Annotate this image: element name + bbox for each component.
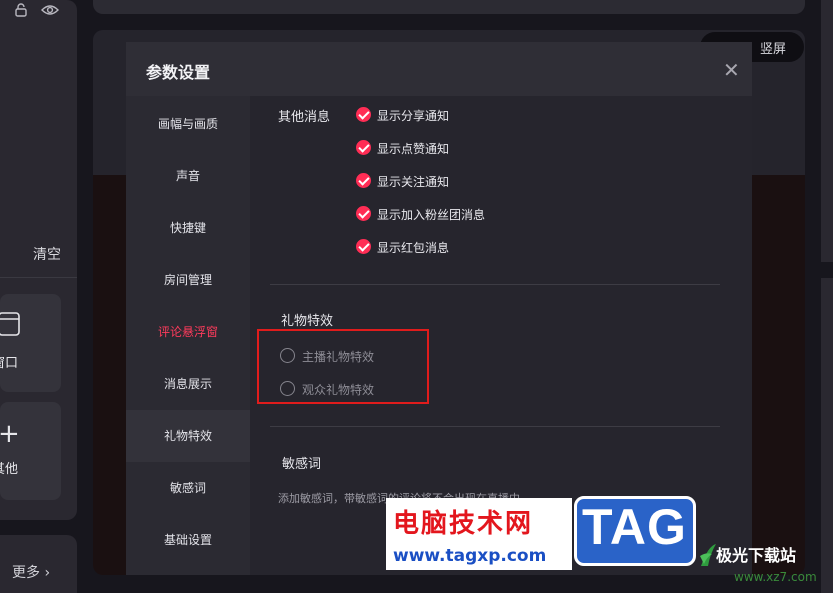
section-divider — [270, 284, 720, 285]
right-panel-lower — [821, 278, 833, 593]
close-icon[interactable]: ✕ — [723, 58, 740, 82]
more-button[interactable]: 更多 › — [12, 562, 50, 582]
checkbox-checked-icon[interactable] — [356, 107, 371, 122]
tile-window[interactable]: 窗口 — [0, 294, 61, 392]
settings-nav: 画幅与画质 声音 快捷键 房间管理 评论悬浮窗 消息展示 礼物特效 敏感词 基础… — [126, 96, 250, 575]
tile-label: 窗口 — [0, 356, 19, 371]
tile-other[interactable]: + 其他 — [0, 402, 61, 500]
more-label: 更多 — [12, 565, 40, 581]
plus-icon: + — [0, 419, 20, 449]
top-bar — [93, 0, 805, 14]
nav-item-comment-overlay[interactable]: 评论悬浮窗 — [126, 306, 250, 358]
chevron-right-icon: › — [44, 565, 51, 581]
annotation-highlight-box — [257, 329, 429, 404]
nav-item-room[interactable]: 房间管理 — [126, 254, 250, 306]
section-divider — [270, 426, 720, 427]
option-label: 显示点赞通知 — [377, 142, 450, 156]
watermark-site-url: www.xz7.com — [734, 570, 817, 584]
gift-effects-label: 礼物特效 — [281, 314, 334, 329]
checkbox-checked-icon[interactable] — [356, 239, 371, 254]
watermark-title: 电脑技术网 — [393, 509, 534, 539]
nav-item-audio[interactable]: 声音 — [126, 150, 250, 202]
option-label: 显示关注通知 — [377, 175, 450, 189]
watermark-site: 极光下载站 — [716, 546, 797, 565]
option-label: 显示加入粉丝团消息 — [377, 208, 486, 222]
right-panel — [821, 0, 833, 262]
nav-item-shortcuts[interactable]: 快捷键 — [126, 202, 250, 254]
nav-item-gift-effects[interactable]: 礼物特效 — [126, 410, 250, 462]
aurora-logo-icon — [698, 542, 718, 568]
dialog-title: 参数设置 — [146, 63, 211, 82]
watermark-tag-text: TAG — [582, 499, 687, 555]
unlock-icon[interactable] — [14, 3, 28, 21]
dialog-header: 参数设置 ✕ — [126, 42, 752, 96]
nav-item-video[interactable]: 画幅与画质 — [126, 98, 250, 150]
nav-item-basic[interactable]: 基础设置 — [126, 514, 250, 566]
eye-icon[interactable] — [41, 3, 59, 21]
window-icon — [0, 312, 20, 340]
checkbox-checked-icon[interactable] — [356, 173, 371, 188]
option-label: 显示分享通知 — [377, 109, 450, 123]
more-panel[interactable]: 更多 › — [0, 535, 77, 593]
orientation-label: 竖屏 — [760, 42, 787, 57]
clear-button[interactable]: 清空 — [33, 244, 61, 264]
checkbox-checked-icon[interactable] — [356, 206, 371, 221]
sensitive-words-label: 敏感词 — [282, 457, 322, 472]
tile-label: 其他 — [0, 462, 19, 477]
other-messages-label: 其他消息 — [278, 110, 331, 125]
option-label: 显示红包消息 — [377, 241, 450, 255]
watermark-url: www.tagxp.com — [393, 546, 547, 566]
nav-item-messages[interactable]: 消息展示 — [126, 358, 250, 410]
left-panel: 清空 窗口 + 其他 — [0, 0, 77, 520]
divider — [0, 277, 77, 278]
nav-item-sensitive-words[interactable]: 敏感词 — [126, 462, 250, 514]
checkbox-checked-icon[interactable] — [356, 140, 371, 155]
